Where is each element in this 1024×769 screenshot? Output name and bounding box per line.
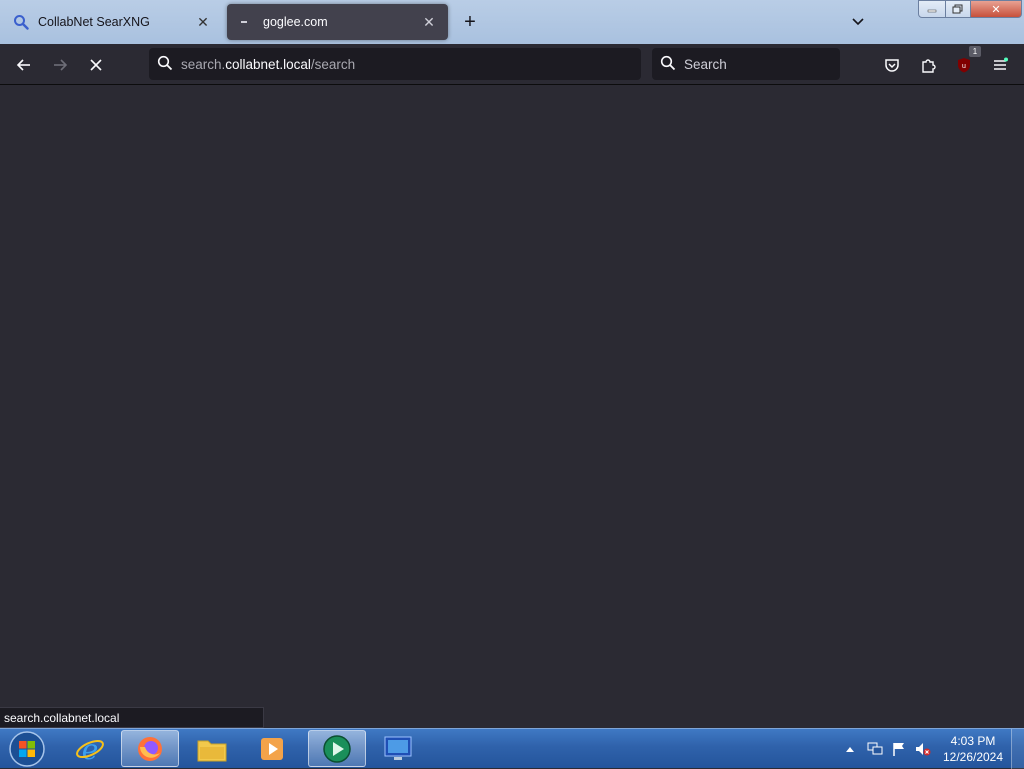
app-green-circle-icon[interactable] bbox=[308, 730, 366, 767]
file-explorer-icon[interactable] bbox=[183, 730, 241, 767]
search-favicon-icon bbox=[12, 13, 30, 31]
tab-goglee[interactable]: goglee.com ✕ bbox=[227, 4, 448, 40]
tab-close-icon[interactable]: ✕ bbox=[194, 13, 212, 31]
volume-muted-icon[interactable] bbox=[912, 729, 934, 769]
tab-label: CollabNet SearXNG bbox=[38, 15, 150, 29]
search-placeholder: Search bbox=[684, 56, 727, 72]
remote-desktop-icon[interactable] bbox=[369, 730, 427, 767]
search-bar[interactable]: Search bbox=[652, 48, 840, 80]
action-center-flag-icon[interactable] bbox=[888, 729, 910, 769]
clock-date: 12/26/2024 bbox=[942, 750, 1004, 764]
navigation-toolbar: search.collabnet.local/search Search u 1 bbox=[0, 44, 1024, 85]
status-bar-url: search.collabnet.local bbox=[0, 707, 264, 728]
svg-text:e: e bbox=[82, 734, 99, 764]
tab-strip: CollabNet SearXNG ✕ goglee.com ✕ + ✕ bbox=[0, 0, 1024, 44]
url-text: search.collabnet.local/search bbox=[181, 57, 355, 72]
clock-time: 4:03 PM bbox=[950, 734, 996, 748]
hamburger-icon[interactable] bbox=[987, 52, 1013, 78]
internet-explorer-icon[interactable]: e bbox=[61, 730, 119, 767]
search-icon bbox=[157, 55, 173, 74]
pocket-icon[interactable] bbox=[879, 52, 905, 78]
ublock-origin-icon[interactable]: u 1 bbox=[951, 46, 981, 78]
url-path: /search bbox=[310, 56, 356, 72]
start-button[interactable] bbox=[5, 730, 49, 768]
tab-label: goglee.com bbox=[263, 15, 328, 29]
loading-favicon-icon bbox=[237, 13, 255, 31]
close-window-button[interactable]: ✕ bbox=[970, 0, 1022, 18]
arrow-left-icon[interactable] bbox=[11, 52, 37, 78]
url-domain: collabnet.local bbox=[225, 56, 311, 72]
show-hidden-icons-button[interactable] bbox=[842, 729, 858, 769]
network-icon[interactable] bbox=[864, 729, 886, 769]
plus-icon[interactable]: + bbox=[458, 10, 482, 34]
puzzle-icon[interactable] bbox=[915, 52, 941, 78]
tab-collabnet-searxng[interactable]: CollabNet SearXNG ✕ bbox=[2, 4, 222, 40]
svg-text:u: u bbox=[962, 63, 966, 70]
close-icon[interactable] bbox=[83, 52, 109, 78]
page-content-area bbox=[0, 85, 1024, 728]
system-clock[interactable]: 4:03 PM 12/26/2024 bbox=[932, 733, 1014, 765]
media-player-icon[interactable] bbox=[243, 730, 301, 767]
url-bar[interactable]: search.collabnet.local/search bbox=[149, 48, 641, 80]
chevron-down-icon[interactable] bbox=[846, 10, 870, 34]
taskbar: e 4:03 PM 12/26/2024 bbox=[0, 728, 1024, 769]
url-scheme-prefix: search. bbox=[181, 56, 226, 72]
firefox-icon[interactable] bbox=[121, 730, 179, 767]
minimize-button[interactable] bbox=[918, 0, 946, 18]
search-icon bbox=[660, 55, 676, 74]
arrow-right-icon[interactable] bbox=[47, 52, 73, 78]
show-desktop-button[interactable] bbox=[1011, 729, 1024, 769]
ublock-badge: 1 bbox=[969, 46, 981, 57]
tab-close-icon[interactable]: ✕ bbox=[420, 13, 438, 31]
restore-button[interactable] bbox=[945, 0, 971, 18]
